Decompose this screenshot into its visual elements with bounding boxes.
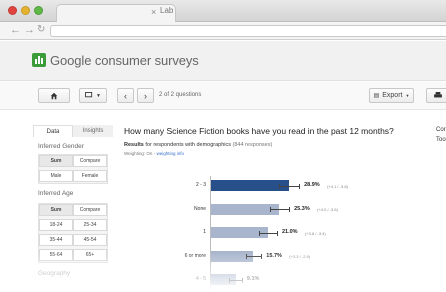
value-label: 25.3% (294, 205, 310, 212)
chevron-right-icon: › (144, 90, 147, 101)
age-25-34-option[interactable]: 25-34 (73, 219, 107, 231)
tab-data[interactable]: Data (33, 125, 73, 137)
filter-sidebar: Data Insights Inferred Gender Sum Compar… (33, 125, 113, 292)
inferred-gender-label: Inferred Gender (38, 143, 84, 150)
weighting-status: Weighting: On - (124, 151, 156, 156)
sidebar-tabs: Data Insights (33, 125, 113, 137)
value-label: 9.1% (246, 276, 260, 282)
export-label: Export (382, 92, 403, 99)
category-label: 2 - 3 (195, 182, 206, 188)
close-window-button[interactable] (8, 6, 17, 15)
tab-insights[interactable]: Insights (73, 125, 113, 137)
confidence-interval-label: (+4.1 / -3.8) (327, 183, 348, 189)
results-description: for respondents with demographics (145, 142, 232, 148)
export-button[interactable]: ▤ Export ▼ (369, 88, 414, 103)
age-35-44-option[interactable]: 35-44 (39, 234, 73, 246)
age-45-54-option[interactable]: 45-54 (73, 234, 107, 246)
comment-menu-button[interactable]: ▼ (79, 88, 107, 103)
chevron-down-icon: ▼ (405, 93, 410, 98)
error-bar (245, 254, 263, 259)
gender-male-option[interactable]: Male (39, 170, 73, 182)
category-label: 4 - 5 (195, 276, 206, 282)
toolbar: ▼ ‹ › 2 of 2 questions ▤ Export ▼ (0, 82, 446, 110)
age-55-64-option[interactable]: 55-64 (39, 249, 73, 261)
side-panel-heading: Cor (436, 127, 446, 133)
pager-text: 2 of 2 questions (159, 92, 202, 98)
gender-options: Sum Compare Male Female (38, 154, 108, 184)
value-label: 15.7% (266, 252, 282, 259)
error-bar (269, 207, 291, 212)
window-titlebar: × Lab (0, 0, 446, 22)
gender-compare-option[interactable]: Compare (73, 155, 107, 167)
document-icon: ▤ (373, 93, 380, 99)
value-label: 21.0% (281, 229, 298, 235)
confidence-interval-label: (+4.0 / -3.6) (317, 207, 338, 212)
forward-arrow-icon[interactable]: → (24, 24, 35, 36)
reload-icon[interactable]: ↻ (37, 24, 45, 35)
confidence-interval-label: (+3.8 / -3.4) (304, 230, 326, 236)
chevron-down-icon: ▼ (96, 92, 101, 99)
age-sum-option[interactable]: Sum (39, 204, 73, 216)
age-18-24-option[interactable]: 18-24 (39, 219, 73, 231)
category-label: 1 (203, 229, 206, 235)
gender-female-option[interactable]: Female (73, 170, 107, 182)
confidence-interval-label: (+3.3 / -2.9) (289, 254, 311, 259)
results-summary: Results for respondents with demographic… (124, 142, 272, 148)
age-compare-option[interactable]: Compare (73, 204, 107, 216)
comment-icon (85, 92, 93, 98)
app-brand: Google consumer surveys (50, 53, 199, 68)
address-bar-row: ← → ↻ (0, 22, 446, 40)
minimize-window-button[interactable] (21, 6, 30, 15)
home-button[interactable] (38, 88, 70, 103)
weighting-info-link[interactable]: weighting info (156, 151, 184, 156)
browser-tab[interactable]: × (56, 4, 176, 22)
age-options: Sum Compare 18-24 25-34 35-44 45-54 55-6… (38, 203, 108, 263)
error-bar (229, 277, 243, 283)
result-bar[interactable] (211, 180, 290, 191)
value-label: 28.9% (304, 182, 320, 188)
category-label: None (194, 205, 206, 212)
error-bar (278, 183, 301, 189)
home-icon (50, 92, 58, 99)
chevron-left-icon: ‹ (124, 90, 127, 101)
age-65plus-option[interactable]: 65+ (73, 249, 107, 261)
side-panel-subheading: Too (436, 137, 446, 143)
next-question-button[interactable]: › (137, 88, 154, 103)
inferred-age-label: Inferred Age (38, 190, 74, 197)
error-bar (258, 230, 279, 236)
back-arrow-icon[interactable]: ← (10, 24, 21, 36)
printer-icon (434, 92, 442, 98)
previous-question-button[interactable]: ‹ (117, 88, 134, 103)
consumer-surveys-logo-icon (32, 53, 46, 67)
category-label: 6 or more (184, 252, 206, 259)
results-prefix: Results (124, 142, 144, 148)
question-title: How many Science Fiction books have you … (124, 126, 394, 136)
print-button[interactable] (426, 88, 446, 103)
app-header: Google consumer surveys (0, 41, 446, 81)
weighting-line: Weighting: On - weighting info (124, 151, 184, 156)
gender-sum-option[interactable]: Sum (39, 155, 73, 167)
response-count: (844 responses) (232, 142, 273, 148)
url-field[interactable] (50, 25, 446, 37)
tab-close-icon[interactable]: × (151, 7, 156, 17)
zoom-window-button[interactable] (34, 6, 43, 15)
tab-title: Lab (160, 6, 174, 15)
geography-label: Geography (38, 270, 71, 277)
